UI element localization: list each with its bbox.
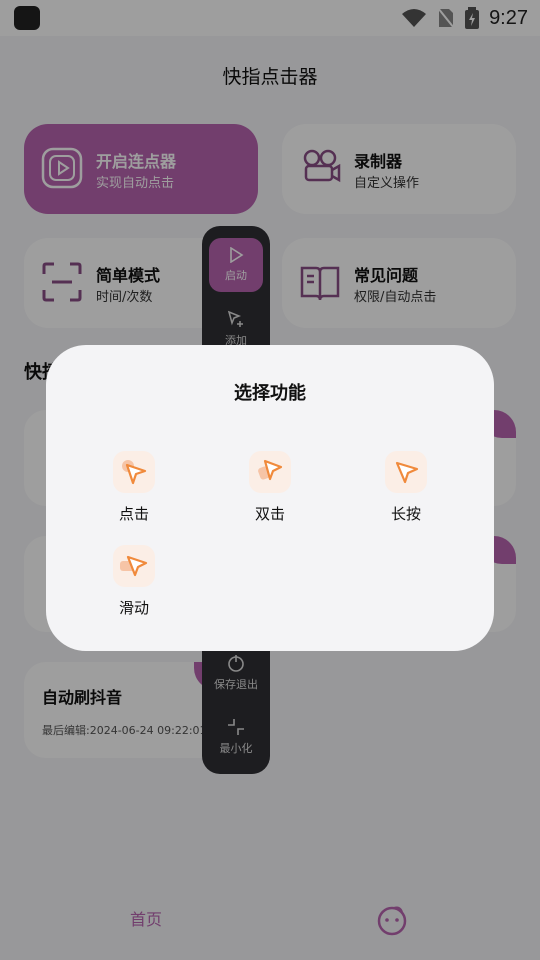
option-double-click[interactable]: 双击 xyxy=(225,451,315,531)
option-long-press[interactable]: 长按 xyxy=(361,451,451,531)
option-long-press-label: 长按 xyxy=(390,505,421,523)
option-swipe-label: 滑动 xyxy=(118,599,149,617)
dialog-title: 选择功能 xyxy=(234,383,306,404)
swipe-pointer-icon xyxy=(113,545,155,587)
option-click-label: 点击 xyxy=(118,505,149,523)
double-tap-pointer-icon xyxy=(249,451,291,493)
option-double-click-label: 双击 xyxy=(254,505,285,523)
tap-pointer-icon xyxy=(113,451,155,493)
long-press-pointer-icon xyxy=(385,451,427,493)
select-function-dialog: 选择功能 点击 双击 长按 滑动 xyxy=(46,345,494,651)
option-click[interactable]: 点击 xyxy=(89,451,179,531)
option-swipe[interactable]: 滑动 xyxy=(89,545,179,625)
